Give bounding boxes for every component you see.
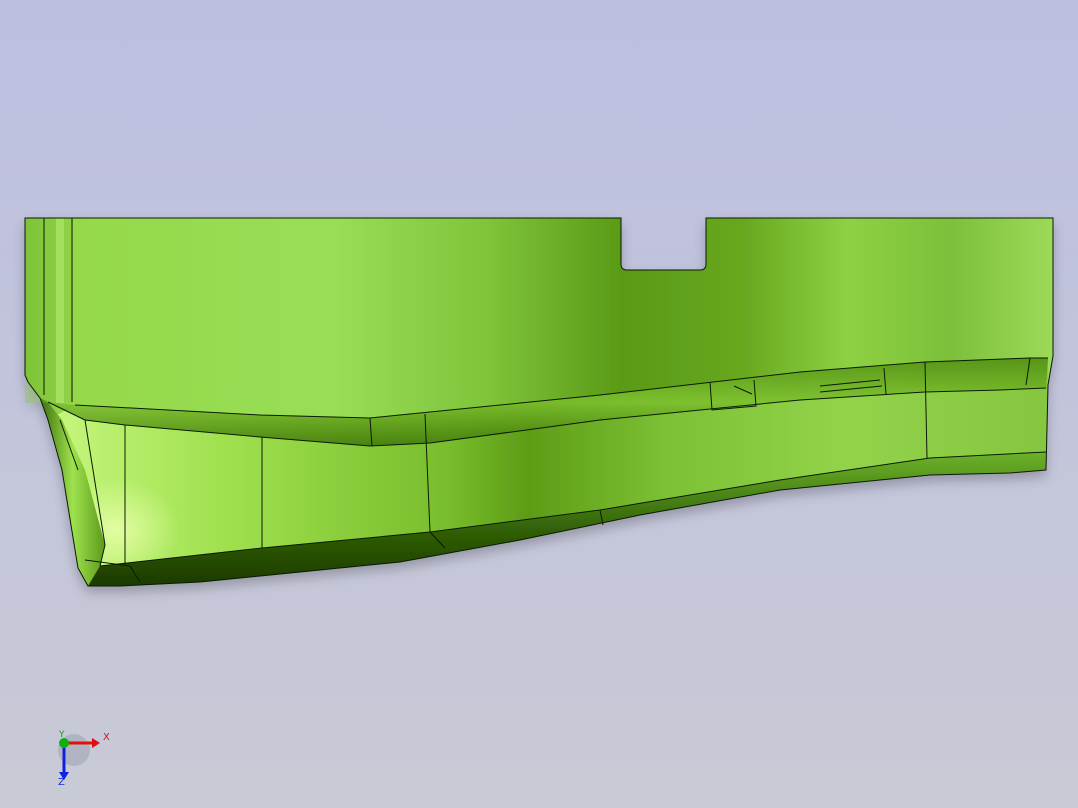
axis-triad: X Y Z: [48, 728, 118, 792]
part-model[interactable]: [0, 0, 1078, 808]
y-axis-label: Y: [59, 730, 65, 740]
graphics-viewport[interactable]: X Y Z: [0, 0, 1078, 808]
z-axis-label: Z: [58, 777, 65, 788]
x-axis-label: X: [103, 732, 110, 743]
